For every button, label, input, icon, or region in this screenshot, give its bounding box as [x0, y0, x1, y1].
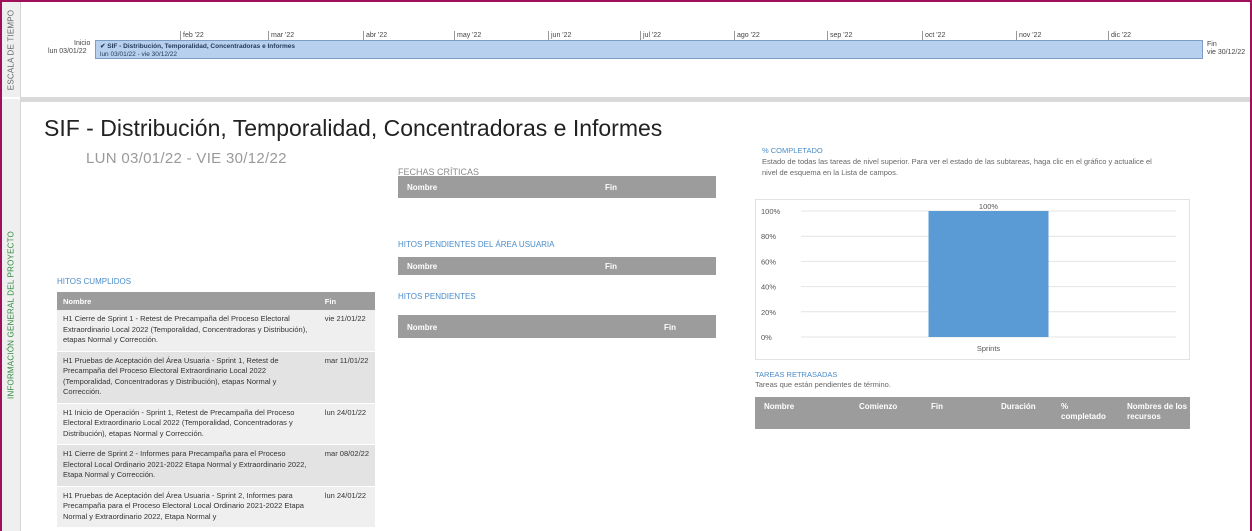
cell-fin: mar 11/01/22 [318, 351, 375, 404]
timeline-side-label: ESCALA DE TIEMPO [2, 2, 21, 97]
column-header-nombre: Nombre [407, 262, 438, 271]
table-row[interactable]: H1 Cierre de Sprint 2 - Informes para Pr… [57, 444, 375, 487]
tareas-retrasadas-table-header[interactable]: Nombre Comienzo Fin Duración % completad… [755, 397, 1190, 429]
timeline-month: jun '22 [547, 31, 572, 40]
timeline-month: sep '22 [826, 31, 853, 40]
y-tick-label: 100% [761, 207, 781, 216]
timeline-end-date: vie 30/12/22 [1207, 49, 1246, 56]
cell-fin: lun 24/01/22 [318, 403, 375, 445]
hitos-cumplidos-label: HITOS CUMPLIDOS [57, 277, 132, 286]
hitos-pendientes-label: HITOS PENDIENTES [398, 292, 476, 301]
cell-nombre: H1 Cierre de Sprint 1 - Retest de Precam… [57, 310, 319, 352]
table-row[interactable]: H1 Inicio de Operación - Sprint 1, Retes… [57, 403, 375, 445]
column-header-fin[interactable]: Fin [318, 292, 375, 310]
timeline-month: oct '22 [921, 31, 946, 40]
timeline-month: jul '22 [639, 31, 662, 40]
y-tick-label: 60% [761, 257, 776, 266]
table-header-row: Nombre Fin [57, 292, 375, 310]
column-header-fin: Fin [605, 262, 617, 271]
tareas-retrasadas-label: TAREAS RETRASADAS [755, 370, 838, 379]
report-date-range: LUN 03/01/22 - VIE 30/12/22 [86, 150, 287, 167]
timeline-task-dates: lun 03/01/22 - vie 30/12/22 [100, 51, 177, 58]
timeline-start-date: lun 03/01/22 [48, 48, 87, 55]
y-tick-label: 20% [761, 308, 776, 317]
timeline-task-bar[interactable]: ✔ SIF - Distribución, Temporalidad, Conc… [95, 40, 1203, 59]
report-title: SIF - Distribución, Temporalidad, Concen… [44, 115, 663, 141]
timeline-month: feb '22 [180, 31, 204, 40]
timeline-month: abr '22 [362, 31, 388, 40]
tareas-retrasadas-description: Tareas que están pendientes de término. [755, 380, 891, 389]
y-tick-label: 0% [761, 333, 772, 342]
column-header-fin: Fin [605, 183, 617, 192]
column-header-fin: Fin [664, 323, 676, 332]
data-label: 100% [979, 202, 999, 211]
cell-nombre: H1 Pruebas de Aceptación del Área Usuari… [57, 486, 319, 528]
cell-fin: mar 08/02/22 [318, 444, 375, 487]
column-header-fin: Fin [931, 402, 943, 411]
column-header-nombre: Nombre [764, 402, 795, 411]
hitos-pendientes-usuaria-label: HITOS PENDIENTES DEL ÁREA USUARIA [398, 240, 555, 249]
section-divider [20, 97, 1250, 102]
cell-nombre: H1 Cierre de Sprint 2 - Informes para Pr… [57, 444, 319, 487]
timeline-task-title: SIF - Distribución, Temporalidad, Concen… [107, 43, 295, 50]
table-row[interactable]: H1 Cierre de Sprint 1 - Retest de Precam… [57, 310, 375, 352]
completado-chart[interactable]: 0% 20% 40% 60% 80% 100% 100% Sprints [755, 199, 1190, 360]
completado-description: Estado de todas las tareas de nivel supe… [762, 157, 1152, 177]
x-category-label: Sprints [977, 344, 1001, 353]
completado-label: % COMPLETADO [762, 146, 823, 155]
y-tick-label: 80% [761, 232, 776, 241]
hitos-pendientes-usuaria-table-header[interactable]: Nombre Fin [398, 257, 716, 275]
fechas-criticas-table-header[interactable]: Nombre Fin [398, 176, 716, 198]
overview-side-label-text: INFORMACIÓN GENERAL DEL PROYECTO [6, 231, 16, 399]
overview-side-label: INFORMACIÓN GENERAL DEL PROYECTO [2, 99, 21, 531]
cell-fin: vie 21/01/22 [318, 310, 375, 352]
completado-chart-svg[interactable]: 0% 20% 40% 60% 80% 100% 100% Sprints [756, 200, 1189, 359]
table-row[interactable]: H1 Pruebas de Aceptación del Área Usuari… [57, 351, 375, 404]
column-header-nombre[interactable]: Nombre [57, 292, 319, 310]
timeline-month: dic '22 [1107, 31, 1132, 40]
cell-nombre: H1 Inicio de Operación - Sprint 1, Retes… [57, 403, 319, 445]
timeline-task-title-row: ✔ SIF - Distribución, Temporalidad, Conc… [100, 42, 295, 50]
timeline-month: nov '22 [1015, 31, 1042, 40]
timeline-month: may '22 [453, 31, 482, 40]
timeline-month: mar '22 [267, 31, 295, 40]
hitos-pendientes-table-header[interactable]: Nombre Fin [398, 315, 716, 338]
column-header-duracion: Duración [1001, 402, 1036, 411]
column-header-comienzo: Comienzo [859, 402, 898, 411]
cell-fin: lun 24/01/22 [318, 486, 375, 528]
column-header-porcentaje-completado: % completado [1061, 402, 1106, 421]
chart-bar[interactable] [928, 211, 1049, 337]
y-tick-label: 40% [761, 283, 776, 292]
cell-nombre: H1 Pruebas de Aceptación del Área Usuari… [57, 351, 319, 404]
check-icon: ✔ [100, 43, 106, 50]
timeline-month: ago '22 [734, 31, 760, 40]
timeline-side-label-text: ESCALA DE TIEMPO [6, 9, 16, 90]
column-header-nombres-recursos: Nombres de los recursos [1127, 402, 1188, 421]
column-header-nombre: Nombre [407, 323, 438, 332]
hitos-cumplidos-table: Nombre Fin H1 Cierre de Sprint 1 - Retes… [57, 292, 375, 528]
table-row[interactable]: H1 Pruebas de Aceptación del Área Usuari… [57, 486, 375, 528]
column-header-nombre: Nombre [407, 183, 438, 192]
